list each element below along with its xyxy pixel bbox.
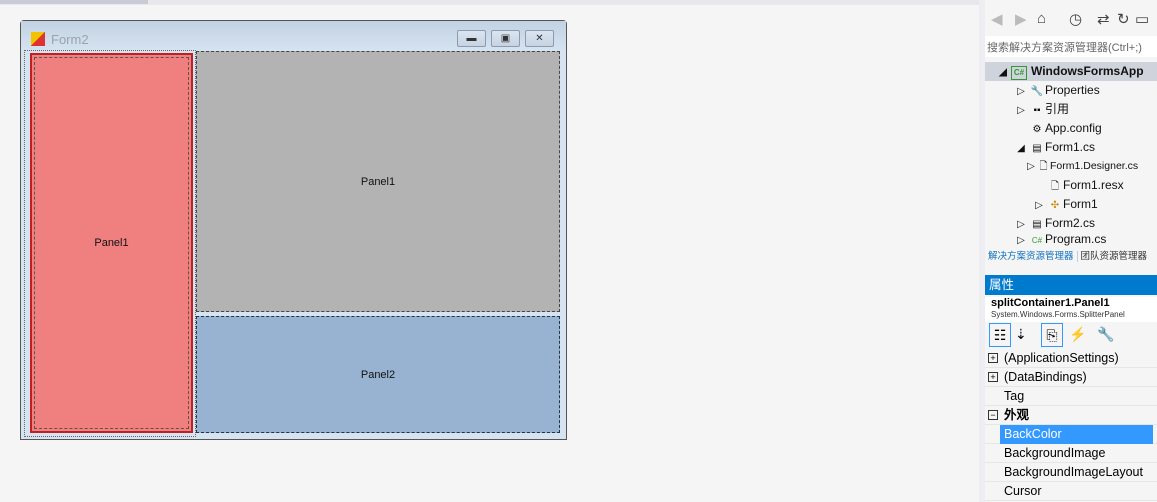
file-icon: 🗋 [1039,161,1048,172]
document-tab[interactable] [0,0,148,4]
home-icon[interactable]: ⌂ [1037,10,1046,27]
tree-item-label: 引用 [1045,102,1070,116]
inner-panel1[interactable]: Panel1 [196,51,560,312]
tree-item-label: App.config [1045,121,1102,135]
tree-item-label: WindowsFormsApp [1031,64,1144,78]
tree-item-form1-resx[interactable]: 🗋 Form1.resx [985,176,1157,195]
object-name: splitContainer1.Panel1 [991,297,1110,309]
tree-item-references[interactable]: ▷ ▪▪ 引用 [985,100,1157,119]
collapsed-icon: ▷ [1017,105,1025,116]
explorer-tabs: 解决方案资源管理器 团队资源管理器 [985,248,1157,267]
tree-item-program[interactable]: ▷ C# Program.cs [985,231,1157,248]
collapsed-icon: ▷ [1035,200,1043,211]
tree-item-properties[interactable]: ▷ 🔧 Properties [985,81,1157,100]
tree-item-label: Form1.cs [1045,140,1096,154]
properties-object-selector[interactable]: splitContainer1.Panel1 System.Windows.For… [985,297,1157,322]
expanded-icon: ◢ [1017,143,1025,154]
forward-icon[interactable]: ▶ [1015,10,1027,28]
property-name: BackColor [1000,425,1153,444]
config-icon: ⚙ [1032,124,1042,135]
csharp-file-icon: C# [1031,236,1043,245]
expanded-icon: ◢ [999,67,1007,78]
properties-toolbar: ☷ ⇣ ⎘ ⚡ 🔧 [985,323,1157,347]
inner-panel2[interactable]: Panel2 [196,316,560,433]
property-name: BackgroundImage [1004,446,1106,460]
property-row[interactable]: BackgroundImage [985,444,1157,463]
property-row[interactable]: − 外观 [985,406,1157,425]
object-type: System.Windows.Forms.SplitterPanel [991,310,1125,319]
tree-item-project[interactable]: ◢ C# WindowsFormsApp [985,62,1157,81]
property-name: Tag [1004,389,1025,403]
events-icon[interactable]: ⚡ [1069,323,1086,345]
property-row[interactable]: Tag [985,387,1157,406]
form-icon: ▤ [1032,143,1042,154]
panel-label: Panel2 [360,368,396,381]
minimize-button[interactable]: ▬ [457,30,486,47]
file-icon: 🗋 [1050,181,1060,192]
solution-search-input[interactable]: 搜索解决方案资源管理器(Ctrl+;) [985,36,1157,57]
properties-icon[interactable]: ⎘ [1041,323,1063,347]
tree-item-form1-designer[interactable]: ▷ 🗋 Form1.Designer.cs [985,157,1157,176]
property-pages-icon[interactable]: 🔧 [1097,323,1114,345]
tree-item-form1-class[interactable]: ▷ ✣ Form1 [985,195,1157,214]
collapse-icon[interactable]: ▭ [1135,10,1149,28]
back-icon[interactable]: ◀ [991,10,1003,28]
alphabetical-icon[interactable]: ⇣ [1015,323,1027,345]
property-name: (ApplicationSettings) [1004,351,1119,365]
tab-team-explorer[interactable]: 团队资源管理器 [1078,251,1151,262]
property-name: (DataBindings) [1004,370,1087,384]
tree-item-form1[interactable]: ◢ ▤ Form1.cs [985,138,1157,157]
property-row[interactable]: + (DataBindings) [985,368,1157,387]
tree-item-label: Form1 [1063,197,1098,211]
properties-header: 属性 [985,275,1157,295]
expand-icon[interactable]: + [988,372,998,382]
property-row[interactable]: BackgroundImageLayout [985,463,1157,482]
property-row[interactable]: + (ApplicationSettings) [985,349,1157,368]
collapse-icon[interactable]: − [988,410,998,420]
collapsed-icon: ▷ [1017,86,1025,97]
references-icon: ▪▪ [1033,105,1041,116]
csharp-project-icon: C# [1011,66,1027,80]
close-button[interactable]: ✕ [525,30,554,47]
class-icon: ✣ [1050,200,1060,211]
property-row[interactable]: Cursor [985,482,1157,501]
tree-item-label: Program.cs [1045,232,1107,246]
tree-item-label: Properties [1045,83,1100,97]
tree-item-label: Form2.cs [1045,216,1096,230]
form-title: Form2 [51,32,89,47]
panel-label: Panel1 [360,175,396,188]
sync-icon[interactable]: ⇄ [1097,10,1110,28]
collapsed-icon: ▷ [1017,235,1025,246]
maximize-button[interactable]: ▣ [491,30,520,47]
solution-explorer: ◀ ▶ ⌂ ◷ ⇄ ↻ ▭ 搜索解决方案资源管理器(Ctrl+;) ◢ C# Win… [985,0,1157,502]
categorized-icon[interactable]: ☷ [989,323,1011,347]
wrench-icon: 🔧 [1030,86,1044,97]
property-name: 外观 [1004,408,1030,422]
form-titlebar: Form2 ▬ ▣ ✕ [21,21,566,51]
form-designer-window[interactable]: Form2 ▬ ▣ ✕ Panel1 Panel1 Panel2 [20,20,567,440]
property-row[interactable]: BackColor [985,425,1157,444]
panel-label: Panel1 [94,237,129,249]
expand-icon[interactable]: + [988,353,998,363]
tree-item-label: Form1.resx [1063,178,1124,192]
tree-item-appconfig[interactable]: ⚙ App.config [985,119,1157,138]
refresh-icon[interactable]: ↻ [1117,10,1130,28]
tab-solution-explorer[interactable]: 解决方案资源管理器 [985,251,1078,262]
tree-item-label: Form1.Designer.cs [1050,160,1139,172]
property-name: Cursor [1004,484,1042,498]
history-icon[interactable]: ◷ [1069,10,1082,28]
property-name: BackgroundImageLayout [1004,465,1143,479]
collapsed-icon: ▷ [1027,161,1035,172]
form-app-icon [31,32,45,46]
split-panel1[interactable]: Panel1 [30,53,193,433]
